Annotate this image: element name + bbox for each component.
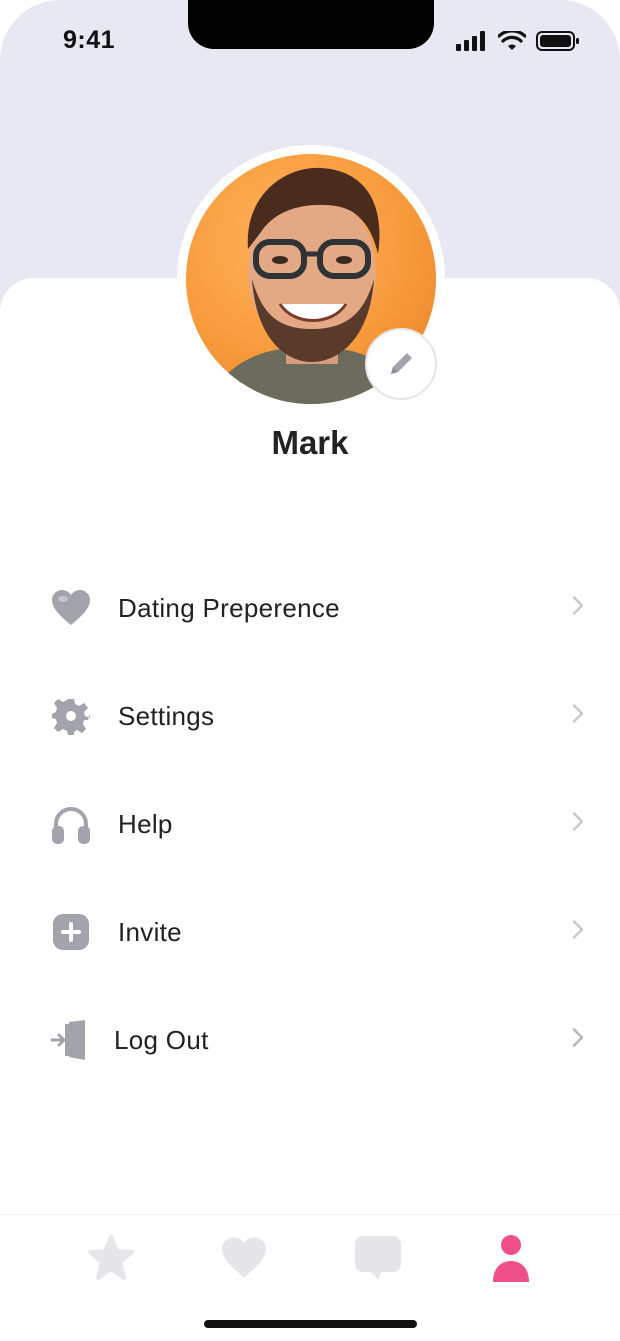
gear-icon bbox=[50, 695, 92, 737]
tab-messages[interactable] bbox=[353, 1233, 403, 1283]
chevron-right-icon bbox=[572, 812, 584, 837]
battery-icon bbox=[536, 31, 579, 51]
menu-item-label: Log Out bbox=[114, 1024, 209, 1055]
status-time: 9:41 bbox=[63, 26, 116, 54]
signal-icon bbox=[456, 31, 485, 51]
menu-item-label: Dating Preperence bbox=[118, 592, 340, 623]
plus-square-icon bbox=[50, 911, 92, 953]
device-notch bbox=[188, 0, 434, 49]
chat-icon bbox=[355, 1236, 401, 1280]
wifi-icon bbox=[498, 31, 526, 50]
tab-favorites[interactable] bbox=[86, 1233, 136, 1283]
chevron-right-icon bbox=[572, 596, 584, 621]
heart-icon bbox=[50, 587, 92, 629]
chevron-right-icon bbox=[572, 1028, 584, 1053]
profile-screen: 9:41 Mark Dating Preperence Settings Hel… bbox=[0, 0, 620, 1341]
menu-item-invite[interactable]: Invite bbox=[0, 878, 620, 986]
chevron-right-icon bbox=[572, 920, 584, 945]
menu-item-dating-preference[interactable]: Dating Preperence bbox=[0, 554, 620, 662]
pencil-icon bbox=[391, 353, 412, 374]
headphones-icon bbox=[50, 803, 92, 845]
menu-item-label: Settings bbox=[118, 700, 215, 731]
status-icons bbox=[456, 30, 580, 52]
logout-icon bbox=[50, 1019, 92, 1061]
menu-item-label: Help bbox=[118, 808, 173, 839]
edit-profile-button[interactable] bbox=[365, 328, 437, 400]
person-icon bbox=[493, 1235, 529, 1282]
menu-item-settings[interactable]: Settings bbox=[0, 662, 620, 770]
chevron-right-icon bbox=[572, 704, 584, 729]
profile-menu: Dating Preperence Settings Help Invite L… bbox=[0, 554, 620, 1094]
tab-profile[interactable] bbox=[486, 1233, 536, 1283]
menu-item-help[interactable]: Help bbox=[0, 770, 620, 878]
home-indicator bbox=[204, 1320, 417, 1328]
star-icon bbox=[88, 1235, 134, 1280]
tab-likes[interactable] bbox=[219, 1233, 269, 1283]
menu-item-log-out[interactable]: Log Out bbox=[0, 986, 620, 1094]
heart-icon bbox=[222, 1237, 266, 1278]
menu-item-label: Invite bbox=[118, 916, 182, 947]
profile-name: Mark bbox=[271, 424, 349, 461]
